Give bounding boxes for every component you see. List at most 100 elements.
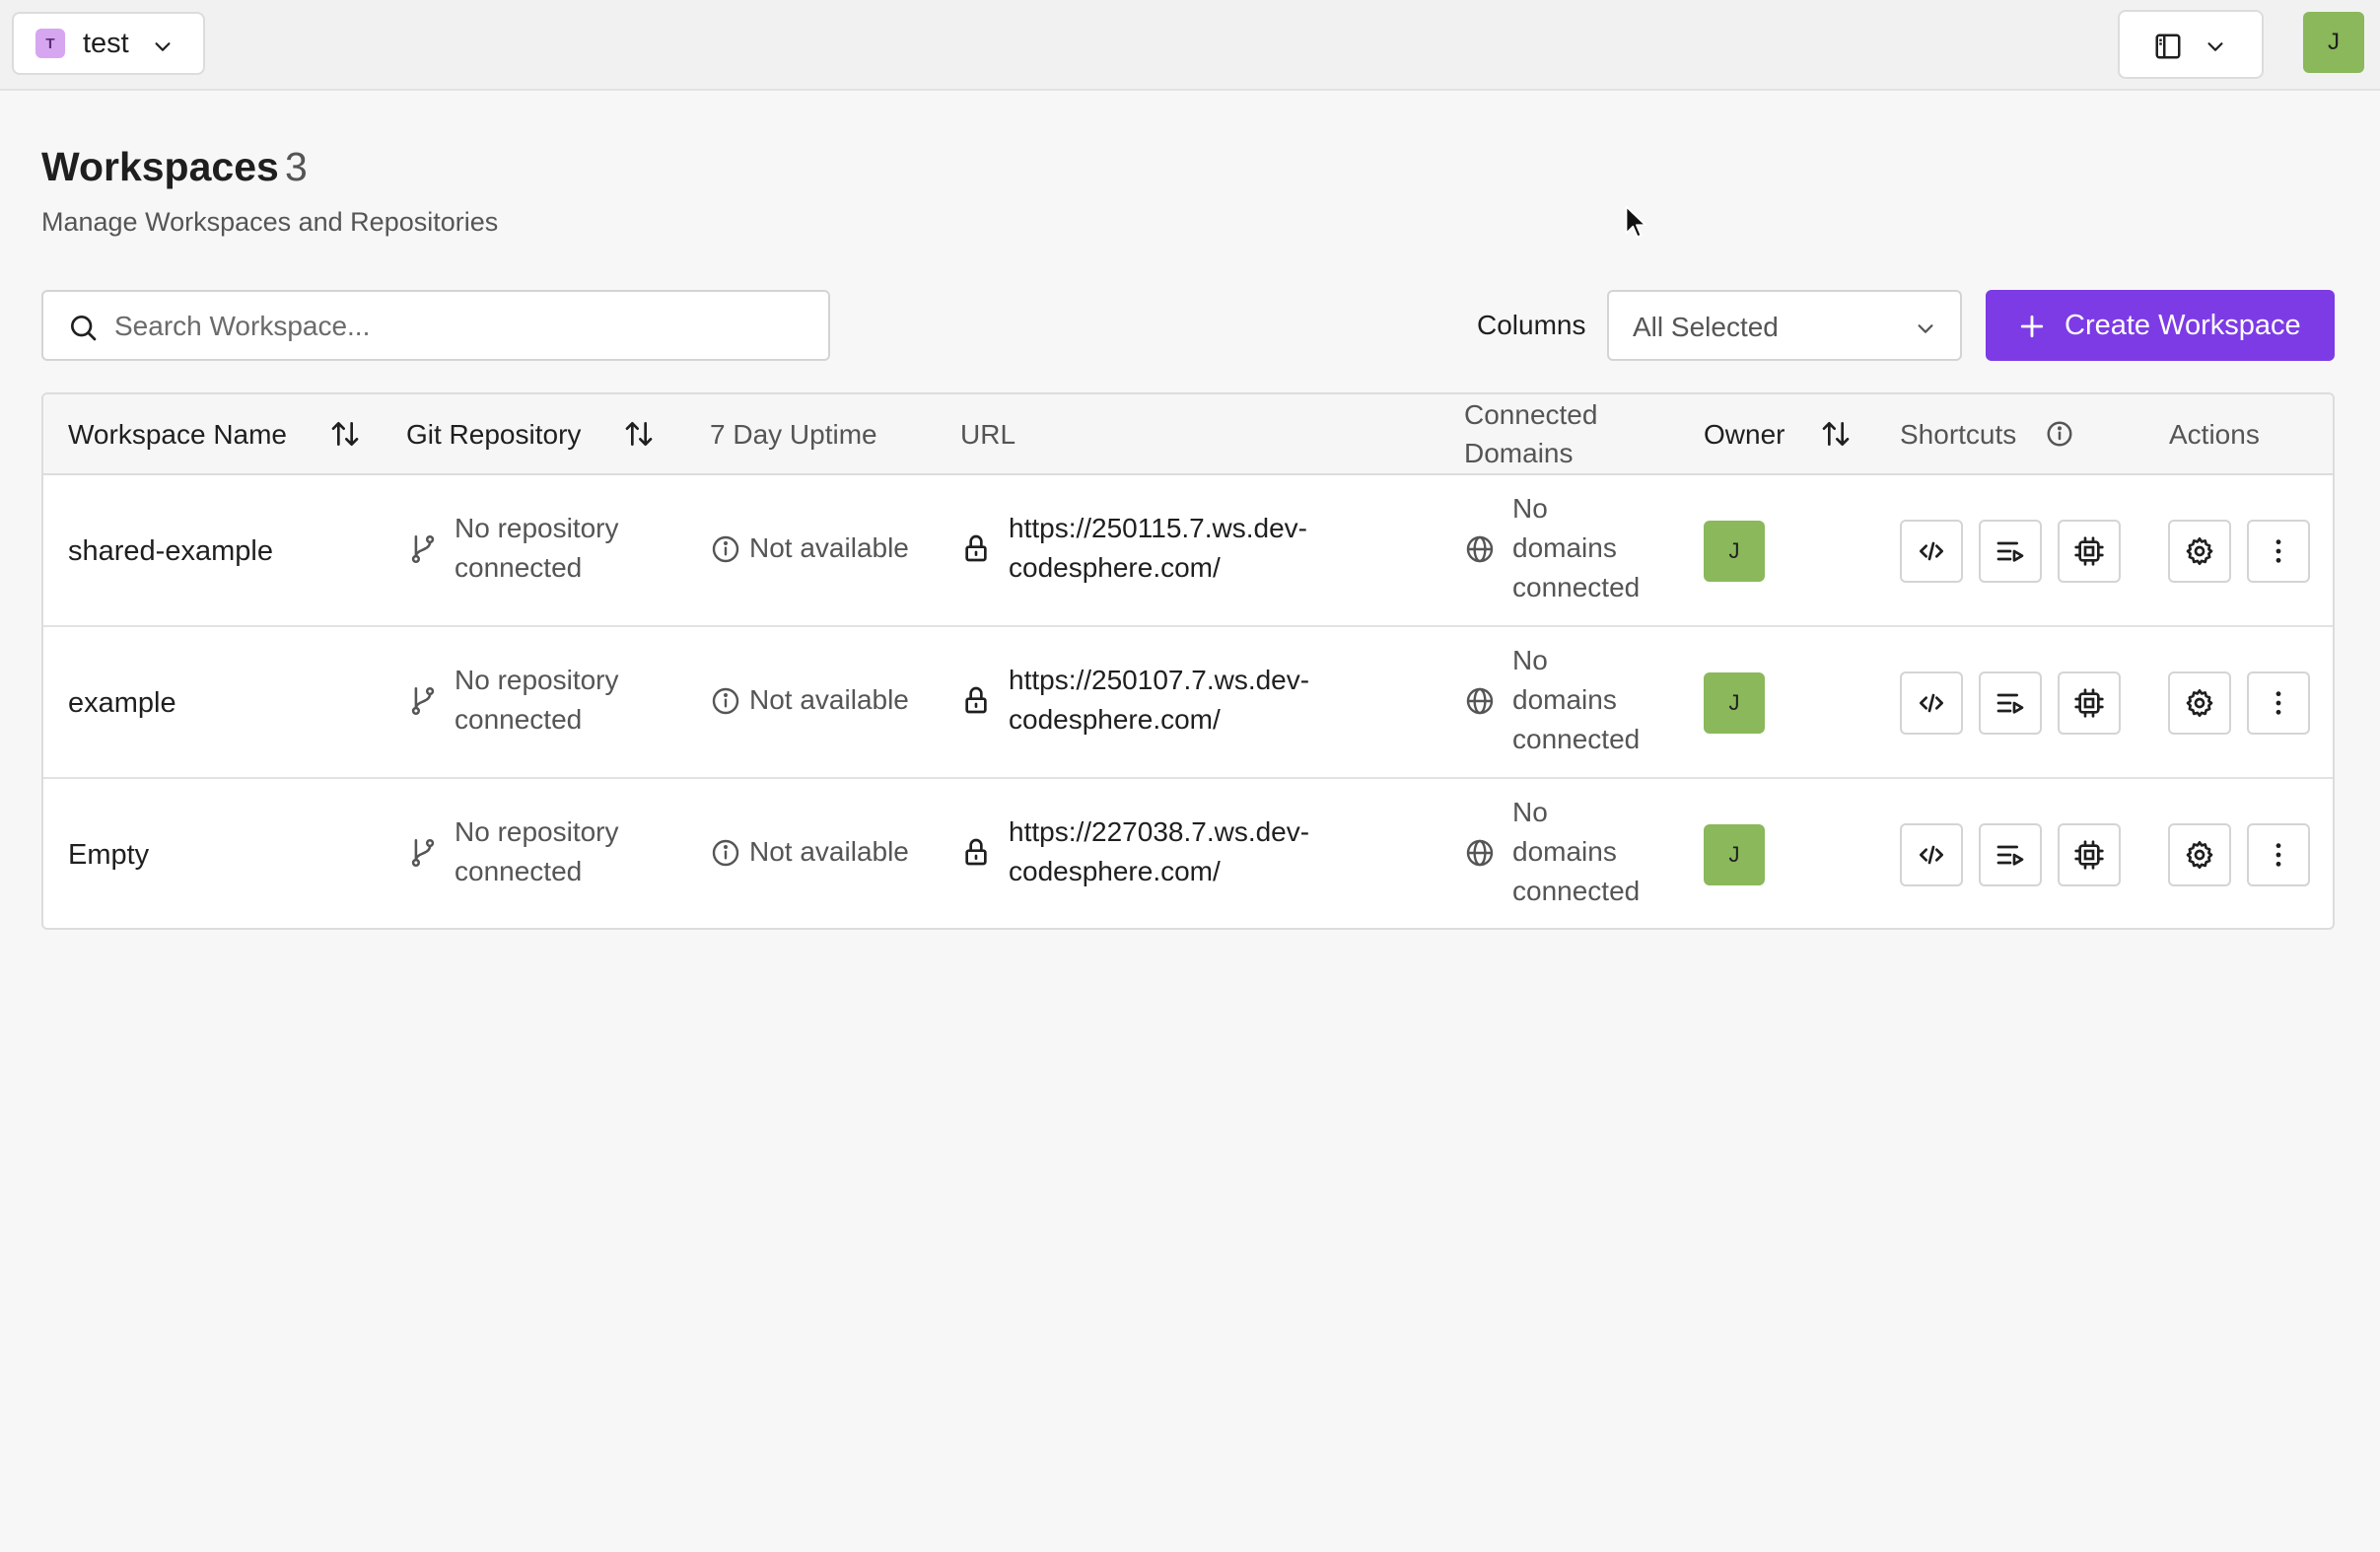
logs-shortcut-button[interactable] — [1979, 520, 2042, 583]
page-subtitle: Manage Workspaces and Repositories — [41, 207, 499, 237]
plus-icon — [2020, 315, 2044, 338]
owner-avatar: J — [1704, 521, 1765, 582]
code-shortcut-button[interactable] — [1900, 671, 1963, 735]
columns-label: Columns — [1477, 310, 1586, 340]
workspace-url-line1[interactable]: https://227038.7.ws.dev- — [1009, 812, 1309, 852]
domains-line2: domains — [1512, 684, 1617, 715]
domains-line1: No — [1512, 645, 1548, 675]
table-row[interactable]: shared-example No repository connected N… — [43, 475, 2333, 627]
git-branch-icon — [411, 686, 435, 716]
header-workspace-name[interactable]: Workspace Name — [68, 419, 287, 451]
team-name: test — [83, 27, 129, 59]
code-shortcut-button[interactable] — [1900, 520, 1963, 583]
globe-icon — [1466, 839, 1494, 867]
logs-shortcut-button[interactable] — [1979, 823, 2042, 886]
lock-icon — [965, 686, 987, 714]
owner-avatar: J — [1704, 824, 1765, 885]
globe-icon — [1466, 535, 1494, 563]
git-status-line2: connected — [455, 704, 583, 735]
resources-shortcut-button[interactable] — [2058, 520, 2121, 583]
git-status-line2: connected — [455, 552, 583, 583]
run-list-icon — [1996, 541, 2024, 562]
gear-icon — [2186, 537, 2213, 565]
workspace-url-line2[interactable]: codesphere.com/ — [1009, 700, 1221, 740]
cpu-icon — [2074, 536, 2104, 566]
chevron-down-icon — [1918, 324, 1933, 333]
uptime-status: Not available — [749, 836, 909, 867]
chevron-down-icon — [155, 42, 171, 51]
chevron-down-icon — [2207, 42, 2223, 51]
info-icon — [712, 839, 739, 867]
table-header: Workspace Name Git Repository 7 Day Upti… — [43, 394, 2333, 475]
search-input[interactable] — [114, 306, 805, 347]
uptime-status: Not available — [749, 684, 909, 715]
workspace-url-line2[interactable]: codesphere.com/ — [1009, 548, 1221, 588]
workspace-url-line2[interactable]: codesphere.com/ — [1009, 852, 1221, 891]
more-vertical-icon — [2275, 843, 2281, 867]
header-owner[interactable]: Owner — [1704, 419, 1785, 451]
git-status-line2: connected — [455, 856, 583, 886]
header-git-repository[interactable]: Git Repository — [406, 419, 581, 451]
header-uptime: 7 Day Uptime — [710, 419, 877, 450]
git-status-line1: No repository — [455, 665, 619, 695]
cpu-icon — [2074, 688, 2104, 718]
run-list-icon — [1996, 693, 2024, 714]
cpu-icon — [2074, 840, 2104, 870]
info-icon — [712, 535, 739, 563]
domains-line3: connected — [1512, 724, 1641, 754]
git-branch-icon — [411, 534, 435, 564]
sort-icon[interactable] — [329, 418, 361, 450]
lock-icon — [965, 534, 987, 562]
workspace-url-line1[interactable]: https://250107.7.ws.dev- — [1009, 661, 1309, 700]
domains-line1: No — [1512, 797, 1548, 827]
sort-icon[interactable] — [1820, 418, 1852, 450]
resources-shortcut-button[interactable] — [2058, 671, 2121, 735]
user-avatar[interactable]: J — [2303, 12, 2364, 73]
more-actions-button[interactable] — [2247, 671, 2310, 735]
more-actions-button[interactable] — [2247, 520, 2310, 583]
domains-line3: connected — [1512, 876, 1641, 906]
team-avatar: T — [35, 29, 65, 58]
table-row[interactable]: Empty No repository connected Not availa… — [43, 779, 2333, 928]
columns-select[interactable]: All Selected — [1607, 290, 1962, 361]
code-shortcut-button[interactable] — [1900, 823, 1963, 886]
header-actions: Actions — [2169, 419, 2260, 450]
team-switcher[interactable]: T test — [12, 12, 205, 75]
create-workspace-label: Create Workspace — [2065, 310, 2301, 341]
git-status-line1: No repository — [455, 513, 619, 543]
table-row[interactable]: example No repository connected Not avai… — [43, 627, 2333, 779]
git-status-line1: No repository — [455, 816, 619, 847]
mouse-cursor-icon — [1625, 205, 1646, 239]
workspace-url-line1[interactable]: https://250115.7.ws.dev- — [1009, 509, 1307, 548]
workspace-count: 3 — [285, 144, 308, 189]
globe-icon — [1466, 687, 1494, 715]
gear-icon — [2186, 689, 2213, 717]
info-icon — [712, 687, 739, 715]
workspaces-table: Workspace Name Git Repository 7 Day Upti… — [41, 392, 2335, 930]
header-connected-domains-line2: Domains — [1464, 438, 1574, 468]
settings-button[interactable] — [2168, 671, 2231, 735]
owner-avatar: J — [1704, 672, 1765, 734]
top-bar: T test J — [0, 0, 2380, 91]
settings-button[interactable] — [2168, 520, 2231, 583]
layout-toggle-button[interactable] — [2118, 10, 2264, 79]
settings-button[interactable] — [2168, 823, 2231, 886]
more-actions-button[interactable] — [2247, 823, 2310, 886]
header-connected-domains-line1: Connected — [1464, 399, 1598, 430]
resources-shortcut-button[interactable] — [2058, 823, 2121, 886]
workspace-name[interactable]: example — [68, 683, 176, 723]
sidebar-layout-icon — [2155, 34, 2181, 59]
search-box[interactable] — [41, 290, 830, 361]
logs-shortcut-button[interactable] — [1979, 671, 2042, 735]
search-icon — [71, 316, 97, 341]
workspace-name[interactable]: shared-example — [68, 531, 273, 571]
sort-icon[interactable] — [623, 418, 655, 450]
page-title: Workspaces — [41, 144, 279, 189]
gear-icon — [2186, 841, 2213, 869]
info-icon[interactable] — [2045, 419, 2074, 449]
domains-line3: connected — [1512, 572, 1641, 602]
git-branch-icon — [411, 838, 435, 868]
create-workspace-button[interactable]: Create Workspace — [1986, 290, 2335, 361]
domains-line2: domains — [1512, 836, 1617, 867]
workspace-name[interactable]: Empty — [68, 835, 149, 875]
